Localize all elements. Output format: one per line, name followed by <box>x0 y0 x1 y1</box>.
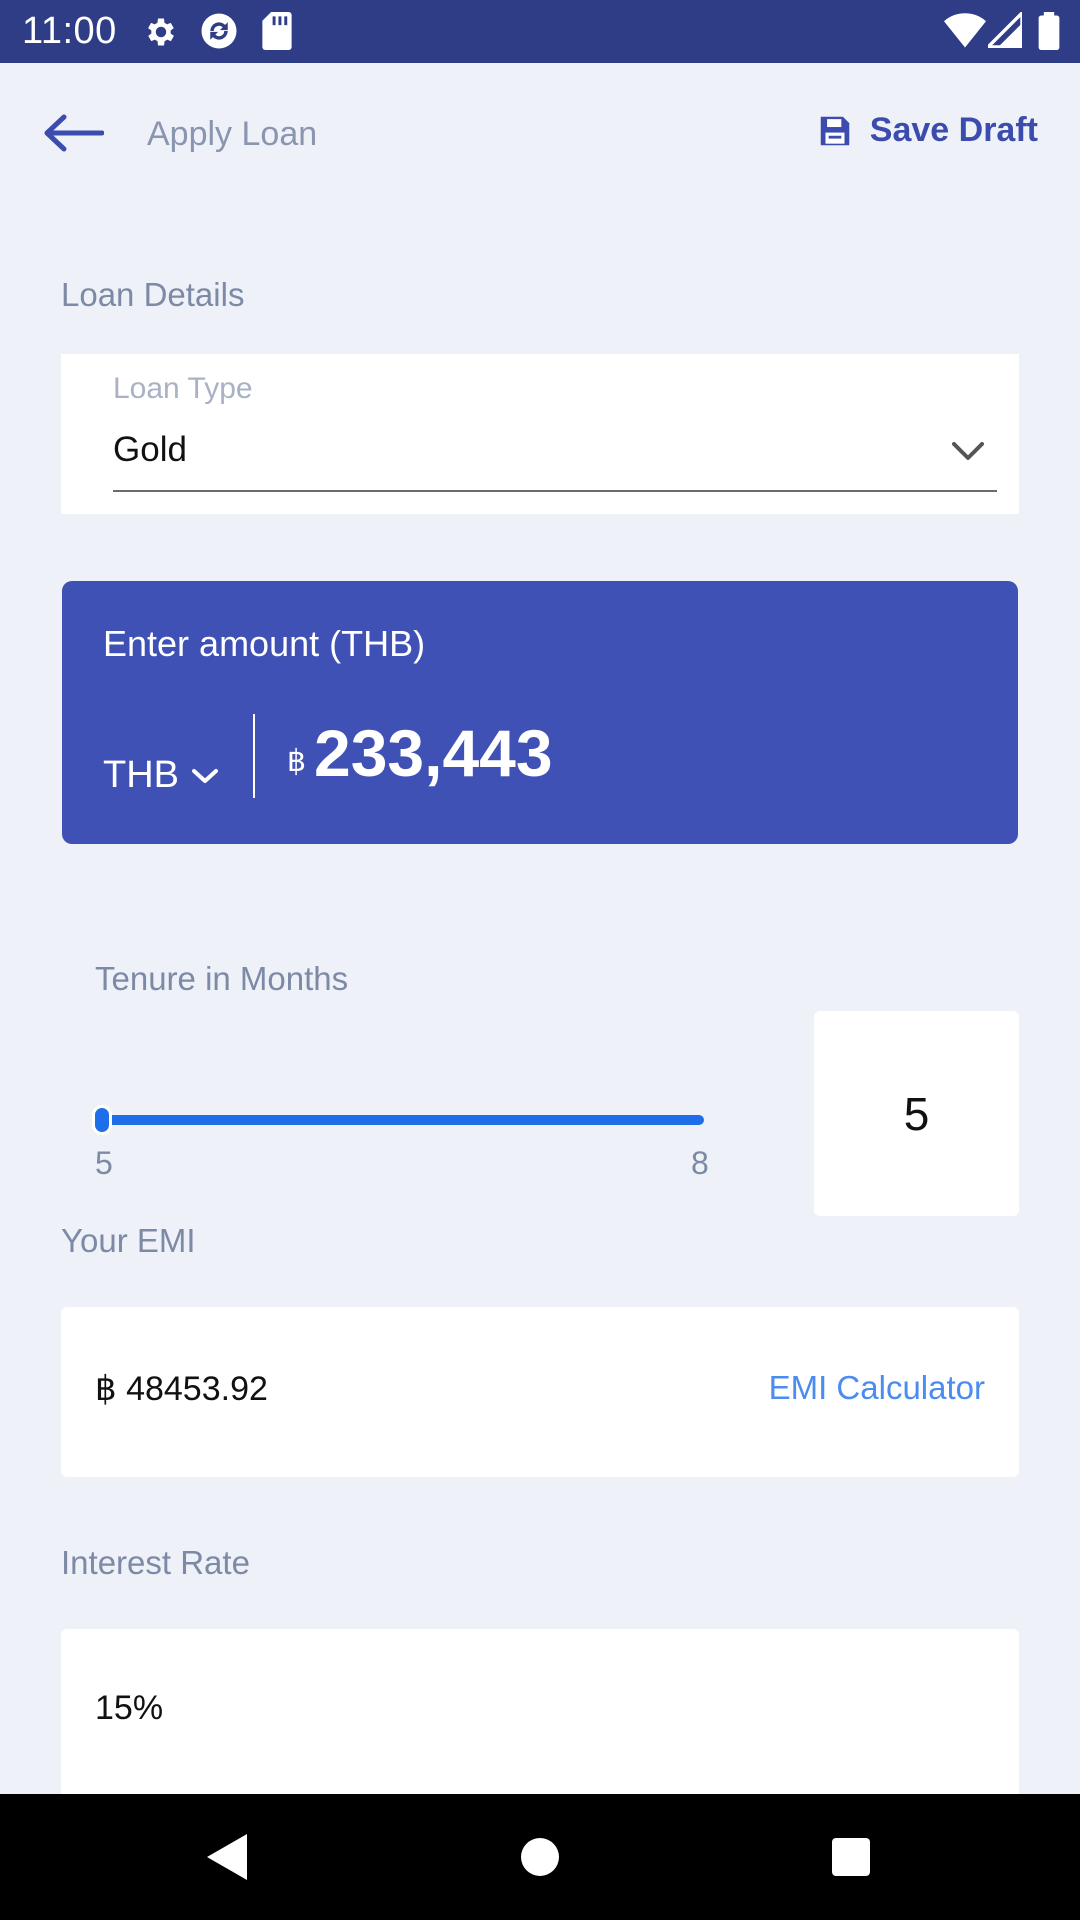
status-bar: 11:00 <box>0 0 1080 63</box>
slider-min-label: 5 <box>95 1145 113 1181</box>
currency-value: THB <box>103 754 179 796</box>
emi-label: Your EMI <box>61 1222 196 1259</box>
battery-icon <box>1038 12 1060 55</box>
status-time: 11:00 <box>22 10 117 52</box>
emi-card: ฿ 48453.92 EMI Calculator <box>61 1307 1019 1477</box>
floppy-disk-icon <box>820 116 850 145</box>
loan-type-dropdown[interactable]: Loan Type Gold <box>61 354 1019 514</box>
interest-rate-value: 15% <box>95 1689 164 1727</box>
save-draft-label: Save Draft <box>869 111 1038 149</box>
slider-max-label: 8 <box>691 1145 709 1181</box>
amount-divider <box>253 714 255 798</box>
back-button[interactable] <box>38 105 108 161</box>
gear-icon <box>143 14 179 55</box>
app-bar: Apply Loan Save Draft <box>0 63 1080 213</box>
page-title: Apply Loan <box>147 115 318 153</box>
emi-calculator-link[interactable]: EMI Calculator <box>769 1369 985 1407</box>
emi-value: ฿ 48453.92 <box>95 1370 268 1408</box>
tenure-value: 5 <box>903 1087 930 1140</box>
loan-type-label: Loan Type <box>113 372 253 405</box>
loan-details-label: Loan Details <box>61 276 245 313</box>
amount-card: Enter amount (THB) THB ฿ 233,443 <box>62 581 1018 844</box>
save-draft-button[interactable]: Save Draft <box>816 111 1038 150</box>
tenure-value-box[interactable]: 5 <box>814 1011 1019 1216</box>
home-nav-icon[interactable] <box>519 1836 561 1883</box>
tenure-slider[interactable] <box>92 1105 704 1135</box>
back-nav-icon[interactable] <box>203 1832 249 1887</box>
signal-icon <box>983 8 1024 53</box>
amount-label: Enter amount (THB) <box>103 623 426 664</box>
loan-type-value: Gold <box>113 430 187 469</box>
slider-thumb[interactable] <box>92 1105 112 1135</box>
chevron-down-icon <box>951 440 985 467</box>
wifi-icon <box>944 12 986 53</box>
interest-rate-label: Interest Rate <box>61 1544 250 1581</box>
arrow-left-icon <box>44 114 104 152</box>
slider-track <box>96 1115 704 1125</box>
amount-input[interactable]: 233,443 <box>314 715 553 791</box>
recents-nav-icon[interactable] <box>830 1836 872 1883</box>
tenure-label: Tenure in Months <box>95 960 349 997</box>
currency-select[interactable]: THB <box>103 754 219 797</box>
apply-loan-screen: 11:00 Apply Loan Save Draft Loan Details… <box>0 0 1080 1920</box>
loan-type-underline <box>113 490 997 492</box>
baht-symbol: ฿ <box>287 745 307 778</box>
sync-icon <box>198 10 240 57</box>
navigation-bar <box>0 1794 1080 1920</box>
chevron-down-icon <box>192 768 218 783</box>
sd-card-icon <box>262 12 292 55</box>
